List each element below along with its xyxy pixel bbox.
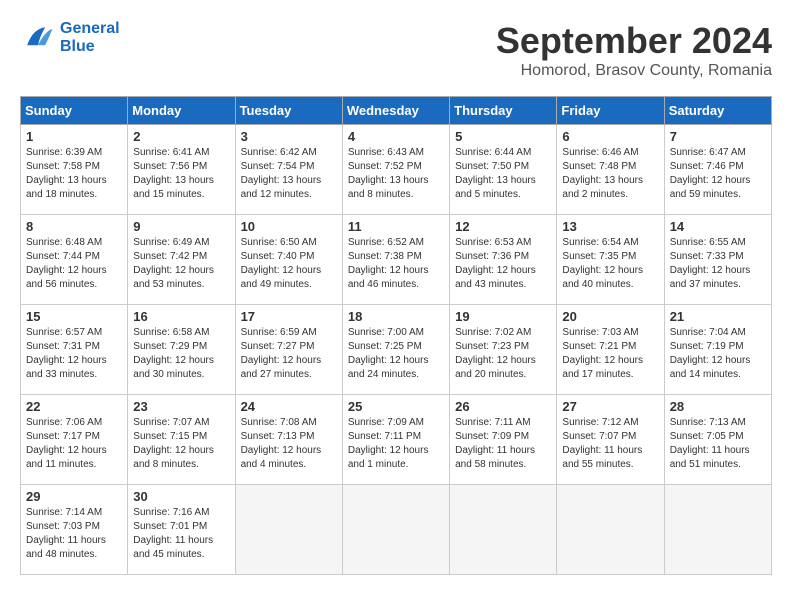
day-cell: 7 Sunrise: 6:47 AMSunset: 7:46 PMDayligh… [664, 125, 771, 215]
day-cell: 5 Sunrise: 6:44 AMSunset: 7:50 PMDayligh… [450, 125, 557, 215]
col-monday: Monday [128, 97, 235, 125]
day-cell: 19 Sunrise: 7:02 AMSunset: 7:23 PMDaylig… [450, 305, 557, 395]
empty-cell [557, 485, 664, 575]
col-saturday: Saturday [664, 97, 771, 125]
day-cell: 11 Sunrise: 6:52 AMSunset: 7:38 PMDaylig… [342, 215, 449, 305]
day-cell: 6 Sunrise: 6:46 AMSunset: 7:48 PMDayligh… [557, 125, 664, 215]
logo-text: General Blue [60, 20, 120, 56]
day-cell: 10 Sunrise: 6:50 AMSunset: 7:40 PMDaylig… [235, 215, 342, 305]
day-cell: 8 Sunrise: 6:48 AMSunset: 7:44 PMDayligh… [21, 215, 128, 305]
header-row: Sunday Monday Tuesday Wednesday Thursday… [21, 97, 772, 125]
calendar-row: 29 Sunrise: 7:14 AMSunset: 7:03 PMDaylig… [21, 485, 772, 575]
day-cell: 17 Sunrise: 6:59 AMSunset: 7:27 PMDaylig… [235, 305, 342, 395]
day-cell: 3 Sunrise: 6:42 AMSunset: 7:54 PMDayligh… [235, 125, 342, 215]
day-cell: 29 Sunrise: 7:14 AMSunset: 7:03 PMDaylig… [21, 485, 128, 575]
day-cell: 9 Sunrise: 6:49 AMSunset: 7:42 PMDayligh… [128, 215, 235, 305]
title-block: September 2024 Homorod, Brasov County, R… [496, 20, 772, 80]
day-cell: 21 Sunrise: 7:04 AMSunset: 7:19 PMDaylig… [664, 305, 771, 395]
empty-cell [342, 485, 449, 575]
calendar-row: 15 Sunrise: 6:57 AMSunset: 7:31 PMDaylig… [21, 305, 772, 395]
day-cell: 20 Sunrise: 7:03 AMSunset: 7:21 PMDaylig… [557, 305, 664, 395]
day-cell: 4 Sunrise: 6:43 AMSunset: 7:52 PMDayligh… [342, 125, 449, 215]
logo: General Blue [20, 20, 120, 56]
month-title: September 2024 [496, 20, 772, 62]
day-cell: 23 Sunrise: 7:07 AMSunset: 7:15 PMDaylig… [128, 395, 235, 485]
day-cell: 22 Sunrise: 7:06 AMSunset: 7:17 PMDaylig… [21, 395, 128, 485]
day-cell: 24 Sunrise: 7:08 AMSunset: 7:13 PMDaylig… [235, 395, 342, 485]
day-cell: 25 Sunrise: 7:09 AMSunset: 7:11 PMDaylig… [342, 395, 449, 485]
page-header: General Blue September 2024 Homorod, Bra… [20, 20, 772, 80]
empty-cell [664, 485, 771, 575]
location-title: Homorod, Brasov County, Romania [496, 62, 772, 80]
empty-cell [235, 485, 342, 575]
day-cell: 12 Sunrise: 6:53 AMSunset: 7:36 PMDaylig… [450, 215, 557, 305]
col-friday: Friday [557, 97, 664, 125]
day-cell: 30 Sunrise: 7:16 AMSunset: 7:01 PMDaylig… [128, 485, 235, 575]
col-thursday: Thursday [450, 97, 557, 125]
calendar-row: 22 Sunrise: 7:06 AMSunset: 7:17 PMDaylig… [21, 395, 772, 485]
day-cell: 27 Sunrise: 7:12 AMSunset: 7:07 PMDaylig… [557, 395, 664, 485]
day-cell: 14 Sunrise: 6:55 AMSunset: 7:33 PMDaylig… [664, 215, 771, 305]
col-wednesday: Wednesday [342, 97, 449, 125]
day-cell: 2 Sunrise: 6:41 AMSunset: 7:56 PMDayligh… [128, 125, 235, 215]
calendar-table: Sunday Monday Tuesday Wednesday Thursday… [20, 96, 772, 575]
day-cell: 26 Sunrise: 7:11 AMSunset: 7:09 PMDaylig… [450, 395, 557, 485]
day-cell: 28 Sunrise: 7:13 AMSunset: 7:05 PMDaylig… [664, 395, 771, 485]
col-tuesday: Tuesday [235, 97, 342, 125]
empty-cell [450, 485, 557, 575]
logo-icon [20, 20, 56, 56]
day-cell: 1 Sunrise: 6:39 AMSunset: 7:58 PMDayligh… [21, 125, 128, 215]
col-sunday: Sunday [21, 97, 128, 125]
calendar-row: 8 Sunrise: 6:48 AMSunset: 7:44 PMDayligh… [21, 215, 772, 305]
calendar-row: 1 Sunrise: 6:39 AMSunset: 7:58 PMDayligh… [21, 125, 772, 215]
day-cell: 18 Sunrise: 7:00 AMSunset: 7:25 PMDaylig… [342, 305, 449, 395]
day-cell: 16 Sunrise: 6:58 AMSunset: 7:29 PMDaylig… [128, 305, 235, 395]
day-cell: 13 Sunrise: 6:54 AMSunset: 7:35 PMDaylig… [557, 215, 664, 305]
day-cell: 15 Sunrise: 6:57 AMSunset: 7:31 PMDaylig… [21, 305, 128, 395]
